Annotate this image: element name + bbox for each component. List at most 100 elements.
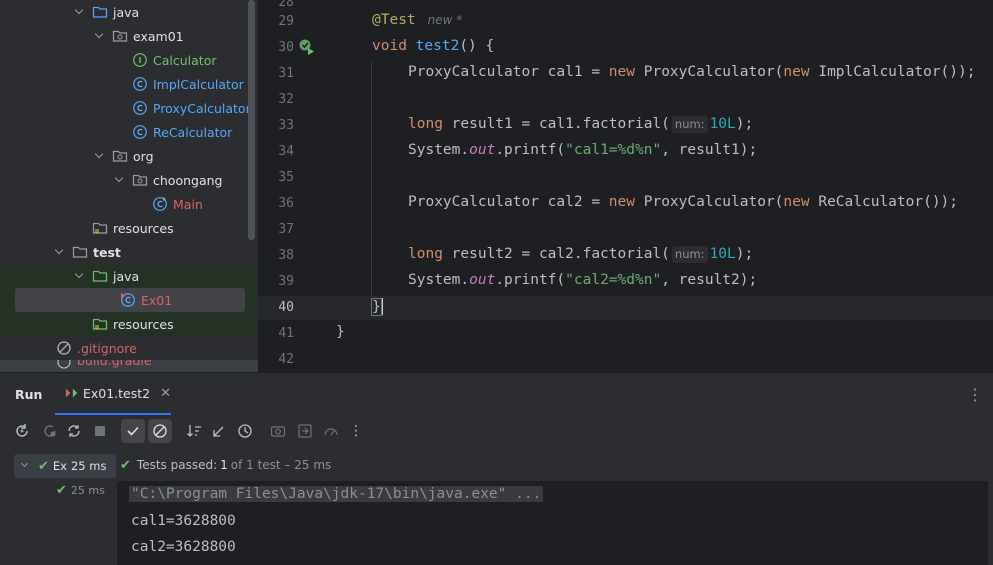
test-duration: 25 ms bbox=[70, 459, 107, 473]
run-tab-label: Ex01.test2 bbox=[82, 385, 151, 401]
toggle-auto-test-icon[interactable] bbox=[62, 419, 86, 443]
code-line-39: System.out.printf("cal2=%d%n", result2); bbox=[408, 272, 758, 288]
tree-item-gitignore[interactable]: .gitignore bbox=[0, 336, 258, 360]
chevron-down-icon[interactable] bbox=[20, 459, 32, 472]
status-total: of 1 test – 25 ms bbox=[230, 458, 332, 472]
code-line-41: } bbox=[336, 324, 345, 340]
tree-item-label: ReCalculator bbox=[153, 124, 233, 140]
tree-item-test-java[interactable]: java bbox=[0, 264, 258, 288]
status-prefix: Tests passed: bbox=[136, 458, 218, 472]
folder-icon bbox=[72, 246, 88, 258]
chevron-down-icon[interactable] bbox=[54, 246, 66, 258]
history-icon[interactable] bbox=[233, 419, 257, 443]
rerun-icon[interactable] bbox=[10, 419, 34, 443]
run-panel: Run Ex01.test2 ✕ ⋮ ⋮ ✔ Ex 25 ms ✔ 25 ms … bbox=[0, 372, 993, 565]
stop-icon[interactable] bbox=[88, 419, 112, 443]
code-line-33: long result1 = cal1.factorial(num: 10L); bbox=[408, 116, 754, 133]
line-number: 35 bbox=[278, 170, 294, 185]
export-icon[interactable] bbox=[319, 419, 343, 443]
tree-item-label: ProxyCalculator bbox=[153, 100, 251, 116]
line-number: 30 bbox=[278, 40, 294, 55]
tree-item-label: exam01 bbox=[133, 28, 184, 44]
class-icon bbox=[133, 101, 147, 115]
collapse-all-icon[interactable] bbox=[207, 419, 231, 443]
tree-item-label: Main bbox=[173, 196, 203, 212]
console-output[interactable]: "C:\Program Files\Java\jdk-17\bin\java.e… bbox=[117, 481, 988, 565]
tree-item-test[interactable]: test bbox=[0, 240, 258, 264]
tree-item-choongang[interactable]: choongang bbox=[0, 168, 258, 192]
code-editor[interactable]: 28 29 30 31 32 33 34 35 36 37 38 39 40 4… bbox=[258, 0, 993, 372]
tree-item-implcalculator[interactable]: ImplCalculator bbox=[0, 72, 258, 96]
tree-item-label: test bbox=[93, 244, 121, 260]
chevron-down-icon[interactable] bbox=[74, 6, 86, 18]
tree-item-java[interactable]: java bbox=[0, 0, 258, 24]
test-result-row[interactable]: ✔ Ex 25 ms bbox=[14, 454, 116, 478]
more-icon[interactable]: ⋮ bbox=[344, 419, 368, 443]
package-icon bbox=[112, 150, 128, 162]
test-status: ✔ Tests passed: 1 of 1 test – 25 ms bbox=[120, 454, 331, 476]
sort-icon[interactable] bbox=[182, 419, 206, 443]
tree-item-label: Calculator bbox=[153, 52, 217, 68]
show-ignored-icon[interactable] bbox=[148, 419, 172, 443]
tree-item-calculator[interactable]: Calculator bbox=[0, 48, 258, 72]
line-number: 31 bbox=[278, 66, 294, 81]
tree-item-build-gradle[interactable]: build.gradle bbox=[0, 360, 258, 372]
console-line[interactable]: "C:\Program Files\Java\jdk-17\bin\java.e… bbox=[129, 486, 544, 502]
tree-item-test-resources[interactable]: resources bbox=[0, 312, 258, 336]
console-line: cal1=3628800 bbox=[131, 513, 236, 529]
current-line-highlight bbox=[258, 296, 993, 320]
tree-item-resources[interactable]: resources bbox=[0, 216, 258, 240]
tree-scrollbar[interactable] bbox=[248, 0, 255, 240]
ignored-file-icon bbox=[57, 341, 71, 355]
run-tab[interactable]: Ex01.test2 ✕ bbox=[55, 373, 171, 415]
line-number-28: 28 bbox=[278, 0, 294, 10]
tree-item-label: .gitignore bbox=[77, 340, 137, 356]
tree-item-exam01[interactable]: exam01 bbox=[0, 24, 258, 48]
close-icon[interactable]: ✕ bbox=[160, 386, 171, 401]
tree-item-label: resources bbox=[113, 316, 174, 332]
show-passed-icon[interactable] bbox=[121, 419, 145, 443]
code-line-36: ProxyCalculator cal2 = new ProxyCalculat… bbox=[408, 194, 959, 210]
chevron-down-icon[interactable] bbox=[94, 150, 106, 162]
test-folder-icon bbox=[92, 270, 108, 282]
code-line-38: long result2 = cal2.factorial(num: 10L); bbox=[408, 246, 754, 263]
chevron-down-icon[interactable] bbox=[114, 174, 126, 186]
test-resources-folder-icon bbox=[92, 318, 108, 330]
line-number: 38 bbox=[278, 248, 294, 263]
more-options-icon[interactable]: ⋮ bbox=[967, 385, 983, 404]
chevron-down-icon[interactable] bbox=[74, 270, 86, 282]
tree-item-org[interactable]: org bbox=[0, 144, 258, 168]
line-number: 41 bbox=[278, 326, 294, 341]
tree-item-label: Ex01 bbox=[141, 292, 173, 308]
line-number: 32 bbox=[278, 92, 294, 107]
class-icon bbox=[133, 77, 147, 91]
status-passed-count: 1 bbox=[220, 458, 228, 472]
check-icon: ✔ bbox=[120, 457, 131, 473]
tree-item-recalculator[interactable]: ReCalculator bbox=[0, 120, 258, 144]
rerun-failed-icon[interactable] bbox=[38, 419, 62, 443]
run-toolbar: ⋮ bbox=[0, 419, 993, 445]
tree-item-label: java bbox=[113, 4, 140, 20]
line-number: 34 bbox=[278, 144, 294, 159]
import-icon[interactable] bbox=[293, 419, 317, 443]
tree-item-label: ImplCalculator bbox=[153, 76, 244, 92]
run-test-passed-icon[interactable] bbox=[298, 38, 316, 56]
main-class-icon bbox=[153, 197, 167, 211]
matched-brace: } bbox=[371, 297, 382, 316]
tree-item-label: org bbox=[133, 148, 154, 164]
tree-item-proxycalculator[interactable]: ProxyCalculator bbox=[0, 96, 258, 120]
tree-item-main[interactable]: Main bbox=[0, 192, 258, 216]
line-number: 36 bbox=[278, 196, 294, 211]
resources-folder-icon bbox=[92, 222, 108, 234]
test-result-row[interactable]: ✔ 25 ms bbox=[56, 478, 116, 502]
camera-icon[interactable] bbox=[266, 419, 290, 443]
text-caret bbox=[380, 298, 383, 315]
tree-item-ex01[interactable]: Ex01 bbox=[0, 288, 258, 312]
test-label: Ex bbox=[52, 459, 67, 473]
code-line-29: @Test new * bbox=[372, 12, 463, 28]
run-title: Run bbox=[15, 387, 43, 402]
run-header: Run Ex01.test2 ✕ ⋮ bbox=[0, 373, 993, 415]
indent-guide bbox=[371, 62, 372, 296]
chevron-down-icon[interactable] bbox=[94, 30, 106, 42]
project-tree: java exam01 Calculator ImplCalculator Pr… bbox=[0, 0, 258, 372]
